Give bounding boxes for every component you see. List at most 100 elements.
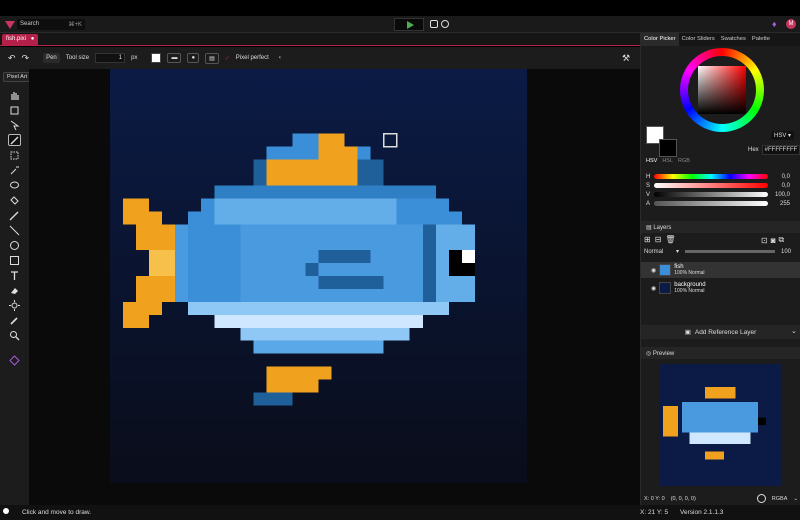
link-icon[interactable]: [441, 20, 449, 28]
size-unit: px: [131, 55, 138, 61]
magic-wand-tool-icon[interactable]: [8, 164, 21, 176]
size-label: Tool size: [65, 55, 90, 61]
delete-layer-icon[interactable]: 🗑: [665, 235, 675, 244]
move-tool-icon[interactable]: [8, 119, 21, 131]
tab-color-sliders-label: Color Sliders: [681, 36, 715, 42]
saturation-slider[interactable]: [654, 183, 768, 188]
chevron-down-icon[interactable]: ⌄: [791, 327, 797, 335]
primary-color-swatch[interactable]: [151, 53, 162, 63]
search-label: Search: [20, 21, 40, 27]
collapse-icon[interactable]: ‹: [279, 55, 281, 61]
slider-v-label: V: [646, 191, 651, 198]
rectangle-tool-icon[interactable]: [8, 254, 21, 266]
avatar[interactable]: M: [786, 19, 796, 29]
play-button[interactable]: [394, 18, 424, 31]
os-topbar: [0, 0, 800, 16]
visibility-eye-icon[interactable]: ◉: [651, 267, 656, 274]
tab-label: fish.pixi: [6, 36, 27, 42]
layer-opacity-value[interactable]: 100: [781, 249, 791, 255]
secondary-color-preview[interactable]: [659, 139, 677, 157]
pixi-icon[interactable]: ♦: [772, 19, 782, 29]
hex-input[interactable]: #FFFFFFFF: [761, 145, 800, 155]
visibility-eye-icon[interactable]: ◉: [651, 285, 656, 292]
pixel-art-label: Pixel Art: [7, 74, 28, 80]
hue-slider[interactable]: [654, 174, 768, 179]
layer-thumbnail: [659, 282, 672, 294]
pixel-art-mode[interactable]: Pixel Art: [3, 72, 32, 82]
model-rgb[interactable]: RGB: [678, 158, 690, 164]
pixel-canvas[interactable]: [110, 69, 527, 483]
layer-thumbnail: [659, 264, 672, 276]
blend-chevron-icon[interactable]: ▾: [676, 248, 679, 255]
model-hsl[interactable]: HSL: [662, 158, 673, 164]
status-hint: Click and move to draw.: [22, 509, 92, 516]
brush-square-icon[interactable]: ▬: [167, 53, 182, 63]
line-tool-icon[interactable]: [8, 224, 21, 236]
blend-mode-select[interactable]: Normal: [644, 249, 674, 255]
right-tabs: Color Picker Color Sliders Swatches Pale…: [641, 33, 800, 46]
tab-fish[interactable]: fish.pixi ●: [2, 34, 39, 45]
fill-bucket-tool-icon[interactable]: [8, 194, 21, 206]
tool-options-bar: ↶ ↷ Pen Tool size 1 px ▬ ● ▤ ✓ Pixel per…: [0, 47, 640, 69]
color-mode-select[interactable]: HSV ▾: [771, 131, 795, 140]
extensions-icon[interactable]: [8, 354, 21, 366]
redo-icon[interactable]: ↷: [22, 53, 30, 64]
layer-row-background[interactable]: ◉ background 100% Normal: [641, 280, 800, 296]
tab-swatches-label: Swatches: [720, 36, 746, 42]
new-folder-icon[interactable]: ⊟: [655, 235, 662, 244]
brush-custom-icon[interactable]: ▤: [205, 52, 219, 64]
select-rect-tool-icon[interactable]: [8, 149, 21, 161]
slider-h-value[interactable]: 0,0: [768, 174, 790, 180]
layer-row-fish[interactable]: ◉ fish 100% Normal: [641, 262, 800, 278]
text-tool-icon[interactable]: [8, 269, 21, 281]
tab-modified-mark: ●: [30, 36, 35, 42]
model-hsv[interactable]: HSV: [646, 158, 657, 164]
status-bar: Click and move to draw. X: 21 Y: 5 Versi…: [0, 505, 800, 520]
hand-tool-icon[interactable]: [8, 89, 21, 101]
canvas-viewport[interactable]: [29, 69, 640, 505]
brightness-tool-icon[interactable]: [8, 299, 21, 311]
alpha-slider[interactable]: [654, 201, 768, 206]
preview-format[interactable]: RGBA: [772, 496, 788, 502]
eraser-tool-icon[interactable]: [8, 284, 21, 296]
document-tabs: fish.pixi ●: [0, 33, 640, 46]
layer-opacity-slider[interactable]: [685, 250, 776, 253]
pen-tool-icon[interactable]: [8, 134, 21, 146]
preview-canvas: [659, 364, 781, 486]
title-bar: Search ⌘+K ♦ M: [0, 16, 800, 33]
saturation-value-square[interactable]: [698, 66, 746, 114]
tab-swatches[interactable]: Swatches: [718, 33, 749, 46]
rotate-tool-icon[interactable]: [8, 104, 21, 116]
undo-icon[interactable]: ↶: [8, 53, 16, 64]
slider-v-value[interactable]: 100,0: [768, 192, 790, 198]
layer-info: 100% Normal: [674, 288, 705, 294]
brush-circle-icon[interactable]: ●: [187, 53, 200, 63]
pixel-perfect-check-icon[interactable]: ✓: [225, 55, 230, 62]
cursor-position: X: 21 Y: 5: [640, 509, 669, 516]
tab-palette[interactable]: Palette: [749, 33, 773, 46]
image-icon: ▣: [684, 329, 691, 336]
color-wheel[interactable]: [680, 48, 764, 132]
zoom-tool-icon[interactable]: [8, 329, 21, 341]
mask-icon[interactable]: ◙: [771, 236, 776, 245]
merge-icon[interactable]: ⧉: [779, 235, 785, 245]
layer-info: 100% Normal: [674, 270, 705, 276]
lasso-tool-icon[interactable]: [8, 179, 21, 191]
clapper-icon[interactable]: [430, 20, 438, 28]
search-box[interactable]: Search ⌘+K: [17, 19, 85, 30]
eyedropper-tool-icon[interactable]: [8, 314, 21, 326]
new-layer-icon[interactable]: ⊞: [644, 235, 651, 244]
ellipse-tool-icon[interactable]: [8, 239, 21, 251]
settings-wrench-icon[interactable]: ⚒: [622, 53, 630, 64]
size-input[interactable]: 1: [95, 53, 126, 63]
add-reference-layer-button[interactable]: ▣ Add Reference Layer: [641, 325, 800, 339]
slider-s-value[interactable]: 0,0: [768, 183, 790, 189]
brush-tool-icon[interactable]: [8, 209, 21, 221]
slider-a-value[interactable]: 255: [768, 201, 790, 207]
tab-color-sliders[interactable]: Color Sliders: [679, 33, 718, 46]
value-slider[interactable]: [654, 192, 768, 197]
app-logo-icon: [5, 21, 15, 29]
lock-icon[interactable]: ⊡: [761, 236, 768, 245]
tab-color-picker[interactable]: Color Picker: [641, 33, 679, 46]
preview-chevron-icon[interactable]: ⌄: [793, 496, 798, 502]
